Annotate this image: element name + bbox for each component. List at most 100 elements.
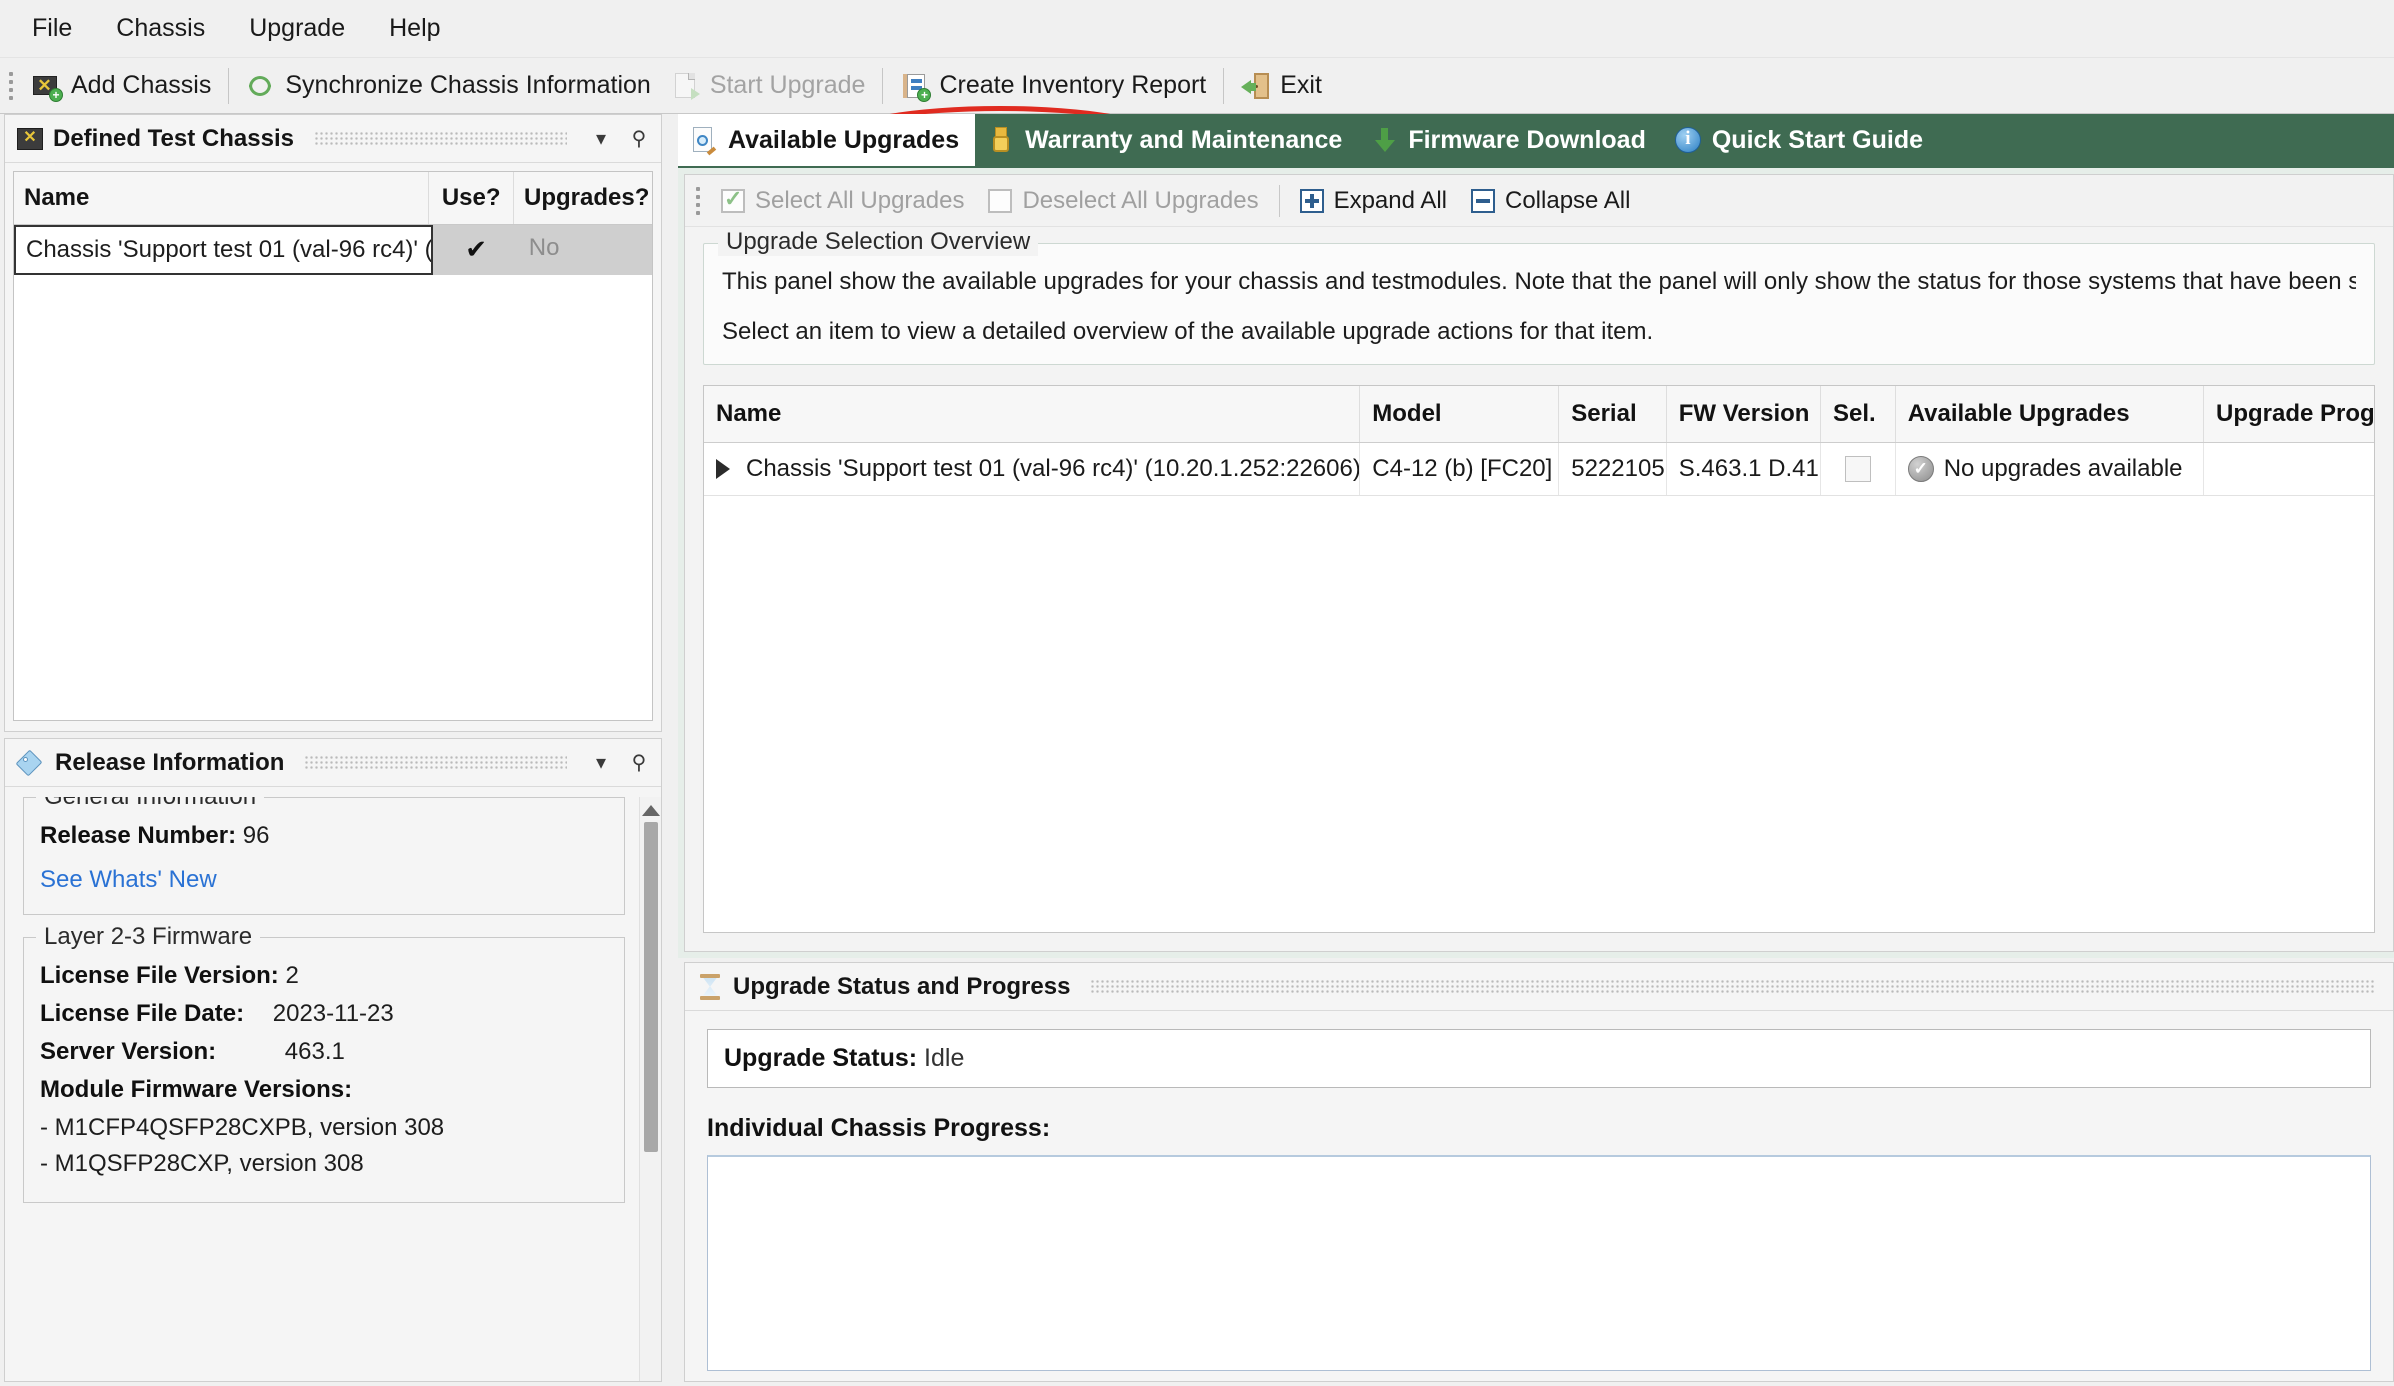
menu-file[interactable]: File (10, 8, 94, 49)
upgrades-grid: Name Model Serial FW Version Sel. Availa… (703, 385, 2375, 933)
toolbar-separator-3 (1223, 67, 1225, 104)
tab-quick-start-guide[interactable]: i Quick Start Guide (1662, 114, 1939, 166)
table-row[interactable]: Chassis 'Support test 01 (val-96 rc4)' (… (14, 225, 652, 275)
scrollbar-thumb[interactable] (643, 822, 658, 1152)
tab-available-upgrades[interactable]: Available Upgrades (678, 114, 976, 166)
menu-upgrade[interactable]: Upgrade (227, 8, 367, 49)
toolbar-drag-handle[interactable] (4, 69, 18, 103)
server-version-label: Server Version: (40, 1038, 217, 1065)
chassis-panel-drag-dots[interactable] (313, 130, 567, 147)
chassis-panel-pin-button[interactable]: ⚲ (625, 125, 653, 153)
grid-row-name-cell[interactable]: Chassis 'Support test 01 (val-96 rc4)' (… (704, 443, 1361, 495)
chassis-row-name[interactable]: Chassis 'Support test 01 (val-96 rc4)' (… (14, 225, 434, 275)
individual-chassis-progress-area[interactable] (707, 1155, 2371, 1371)
see-whats-new-link[interactable]: See Whats' New (40, 866, 608, 894)
grid-col-upgrade-progress[interactable]: Upgrade Progress (2204, 386, 2374, 442)
exit-door-icon (1241, 71, 1271, 101)
sync-arrows-icon (246, 71, 276, 101)
tab-firmware-download-label: Firmware Download (1408, 125, 1646, 154)
general-information-legend: General Information (36, 797, 265, 811)
chassis-panel-titlebar: ✕ Defined Test Chassis ▾ ⚲ (5, 115, 661, 163)
tab-quick-start-label: Quick Start Guide (1711, 125, 1924, 154)
create-report-label: Create Inventory Report (939, 71, 1207, 99)
chassis-row-use-checkmark[interactable]: ✔ (433, 225, 518, 275)
release-panel-body: General Information Release Number: 96 S… (5, 787, 661, 1381)
plus-box-icon (1299, 188, 1324, 213)
expand-all-button[interactable]: Expand All (1288, 179, 1459, 223)
grid-row-available-upgrades: No upgrades available (1943, 455, 2183, 482)
synchronize-label: Synchronize Chassis Information (285, 71, 651, 99)
grid-col-fw-version[interactable]: FW Version (1667, 386, 1821, 442)
grid-col-model[interactable]: Model (1360, 386, 1560, 442)
grid-row-sel-cell[interactable] (1821, 443, 1896, 495)
overview-description-line-2: Select an item to view a detailed overvi… (722, 318, 1654, 345)
layer-firmware-legend: Layer 2-3 Firmware (36, 923, 261, 951)
hourglass-icon (697, 973, 723, 1001)
release-scroll-area: General Information Release Number: 96 S… (15, 797, 639, 1381)
chassis-col-use[interactable]: Use? (429, 172, 514, 224)
upgrade-status-row: Upgrade Status: Idle (707, 1029, 2371, 1088)
grid-col-sel[interactable]: Sel. (1821, 386, 1896, 442)
add-chassis-button[interactable]: ✕ + Add Chassis (22, 62, 221, 110)
deselect-all-label: Deselect All Upgrades (1022, 186, 1259, 214)
license-file-date-row: License File Date: 2023-11-23 (40, 1000, 608, 1028)
grid-col-serial[interactable]: Serial (1559, 386, 1667, 442)
license-file-version-row: License File Version: 2 (40, 962, 608, 990)
right-content-column: Available Upgrades Warranty and Maintena… (678, 114, 2394, 1386)
list-item: - M1QSFP28CXP, version 308 (40, 1150, 364, 1177)
expand-triangle-icon[interactable] (716, 459, 730, 479)
chassis-panel-menu-button[interactable]: ▾ (587, 125, 615, 153)
release-scrollbar[interactable] (639, 797, 661, 1381)
layer-2-3-firmware-group: Layer 2-3 Firmware License File Version:… (23, 923, 625, 1203)
toolbar-separator-1 (228, 67, 230, 104)
chassis-row-upgrades: No (528, 234, 560, 261)
toolbar-separator-2 (882, 67, 884, 104)
collapse-all-button[interactable]: Collapse All (1459, 179, 1642, 223)
module-firmware-versions-label: Module Firmware Versions: (40, 1076, 353, 1103)
scroll-up-arrow-icon[interactable] (641, 805, 660, 816)
grid-row-upgrade-progress (2204, 443, 2374, 495)
expand-all-label: Expand All (1333, 186, 1447, 214)
start-upgrade-button[interactable]: Start Upgrade (661, 62, 876, 110)
available-upgrades-pane: Select All Upgrades Deselect All Upgrade… (684, 174, 2394, 952)
release-panel-menu-button[interactable]: ▾ (587, 749, 615, 777)
status-panel-titlebar: Upgrade Status and Progress (685, 963, 2393, 1011)
menu-chassis[interactable]: Chassis (94, 8, 227, 49)
medal-icon (987, 126, 1015, 154)
chassis-table-header: Name Use? Upgrades? (14, 172, 652, 225)
grid-col-name[interactable]: Name (704, 386, 1361, 442)
exit-button[interactable]: Exit (1231, 62, 1332, 110)
general-information-group: General Information Release Number: 96 S… (23, 797, 625, 915)
menu-help[interactable]: Help (367, 8, 462, 49)
grid-col-available-upgrades[interactable]: Available Upgrades (1896, 386, 2205, 442)
table-row[interactable]: Chassis 'Support test 01 (val-96 rc4)' (… (704, 443, 2374, 496)
release-panel-pin-button[interactable]: ⚲ (625, 749, 653, 777)
start-upgrade-icon (671, 71, 701, 101)
menu-bar: File Chassis Upgrade Help (0, 0, 2394, 58)
release-panel-drag-dots[interactable] (304, 754, 567, 771)
status-panel-title: Upgrade Status and Progress (733, 972, 1071, 1000)
select-all-upgrades-button[interactable]: Select All Upgrades (709, 179, 976, 223)
deselect-all-upgrades-button[interactable]: Deselect All Upgrades (976, 179, 1270, 223)
tab-warranty-and-maintenance[interactable]: Warranty and Maintenance (975, 114, 1358, 166)
release-information-panel: Release Information ▾ ⚲ General Informat… (4, 738, 662, 1382)
chassis-table: Name Use? Upgrades? Chassis 'Support tes… (13, 171, 653, 721)
pane-toolbar-drag-handle[interactable] (691, 184, 705, 218)
synchronize-chassis-button[interactable]: Synchronize Chassis Information (236, 62, 660, 110)
collapse-all-label: Collapse All (1505, 186, 1631, 214)
chassis-panel-title: Defined Test Chassis (53, 124, 294, 152)
tab-available-upgrades-label: Available Upgrades (728, 125, 960, 154)
upgrade-selection-overview-group: Upgrade Selection Overview This panel sh… (703, 228, 2375, 365)
status-panel-drag-dots[interactable] (1090, 978, 2375, 995)
chassis-col-upgrades[interactable]: Upgrades? (514, 172, 652, 224)
upgrades-grid-header: Name Model Serial FW Version Sel. Availa… (704, 386, 2374, 443)
server-version-value: 463.1 (284, 1038, 345, 1065)
grid-empty-space (704, 496, 2374, 932)
tab-firmware-download[interactable]: Firmware Download (1358, 114, 1662, 166)
row-select-checkbox[interactable] (1844, 456, 1871, 482)
vertical-splitter[interactable] (668, 114, 678, 1386)
chassis-col-name[interactable]: Name (14, 172, 430, 224)
create-inventory-report-button[interactable]: + Create Inventory Report (890, 62, 1216, 110)
main-toolbar: ✕ + Add Chassis Synchronize Chassis Infor… (0, 58, 2394, 164)
select-all-label: Select All Upgrades (755, 186, 965, 214)
